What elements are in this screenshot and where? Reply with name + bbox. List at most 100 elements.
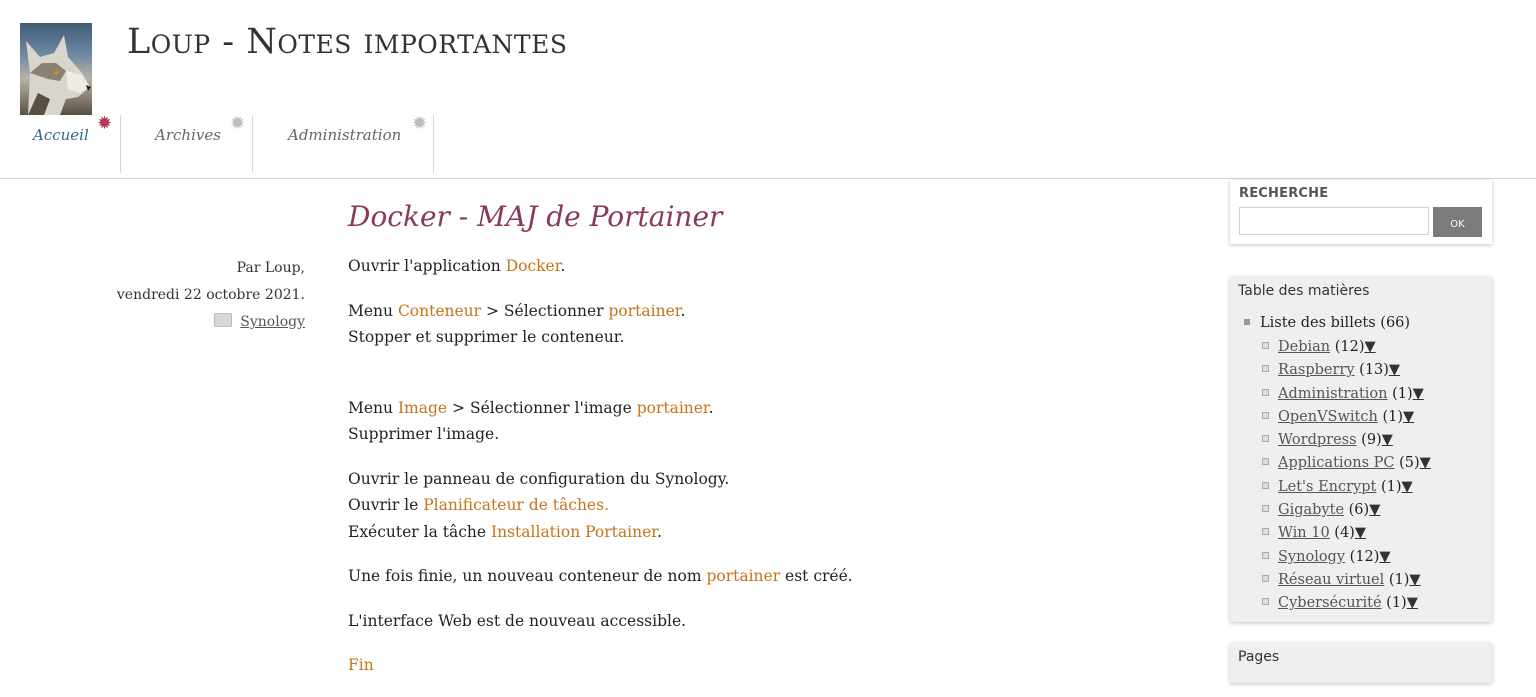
toc-item: Wordpress (9)▼ — [1262, 432, 1431, 455]
gear-icon: ✹ — [230, 113, 246, 134]
toggle-arrow-icon[interactable]: ▼ — [1413, 386, 1424, 402]
toggle-arrow-icon[interactable]: ▼ — [1402, 479, 1413, 495]
toc-item: OpenVSwitch (1)▼ — [1262, 409, 1431, 432]
nav-item-accueil[interactable]: Accueil ✹ — [0, 115, 121, 173]
toc-widget: Table des matières Liste des billets (66… — [1230, 277, 1492, 622]
toc-link[interactable]: Debian — [1278, 339, 1330, 355]
paragraph: Ouvrir le panneau de configuration du Sy… — [348, 466, 1148, 546]
toc-link[interactable]: Raspberry — [1278, 362, 1355, 378]
toc-heading: Table des matières — [1238, 283, 1370, 299]
post-title[interactable]: Docker - MAJ de Portainer — [348, 200, 722, 233]
toc-item: Raspberry (13)▼ — [1262, 362, 1431, 385]
toggle-arrow-icon[interactable]: ▼ — [1364, 339, 1375, 355]
toc-count: (9) — [1361, 432, 1382, 449]
post-author: Par Loup, — [236, 260, 305, 276]
paragraph: Ouvrir l'application Docker. — [348, 253, 1148, 280]
text: Menu — [348, 398, 398, 417]
toggle-arrow-icon[interactable]: ▼ — [1382, 432, 1393, 448]
toggle-arrow-icon[interactable]: ▼ — [1355, 525, 1366, 541]
toc-link[interactable]: Applications PC — [1278, 455, 1395, 471]
toggle-arrow-icon[interactable]: ▼ — [1420, 455, 1431, 471]
toc-count: (4) — [1334, 525, 1355, 542]
text: Menu — [348, 301, 398, 320]
text: Ouvrir l'application — [348, 257, 506, 275]
toc-link[interactable]: Cybersécurité — [1278, 595, 1382, 611]
toc-item: Cybersécurité (1)▼ — [1262, 595, 1431, 618]
highlight-planificateur: Planificateur de tâches. — [423, 496, 609, 514]
toc-link[interactable]: Synology — [1278, 549, 1345, 565]
toc-item: Applications PC (5)▼ — [1262, 455, 1431, 478]
post-date: vendredi 22 octobre 2021. — [116, 287, 305, 303]
nav-label-accueil[interactable]: Accueil — [33, 126, 89, 144]
nav-label-administration[interactable]: Administration — [288, 126, 401, 144]
toc-link[interactable]: Gigabyte — [1278, 502, 1344, 518]
site-logo[interactable] — [20, 23, 92, 115]
toc-item: Synology (12)▼ — [1262, 549, 1431, 572]
toggle-arrow-icon[interactable]: ▼ — [1389, 362, 1400, 378]
highlight-docker: Docker — [505, 257, 561, 275]
text: Ouvrir le — [348, 496, 424, 514]
nav-item-administration[interactable]: Administration ✹ — [252, 115, 434, 173]
highlight-portainer: portainer — [706, 567, 781, 585]
nav-item-archives[interactable]: Archives ✹ — [120, 115, 253, 173]
toc-count: (5) — [1399, 455, 1420, 472]
toc-root-item: Liste des billets (66) — [1244, 315, 1410, 331]
toc-list: Debian (12)▼ Raspberry (13)▼ Administratio… — [1262, 339, 1431, 619]
toc-link[interactable]: Let's Encrypt — [1278, 479, 1376, 495]
search-button[interactable]: OK — [1433, 207, 1482, 237]
toc-link[interactable]: OpenVSwitch — [1278, 409, 1378, 425]
search-input[interactable] — [1239, 207, 1429, 235]
toc-link[interactable]: Réseau virtuel — [1278, 572, 1384, 588]
gear-icon: ✹ — [97, 113, 113, 134]
toc-root-label: Liste des billets (66) — [1260, 315, 1411, 331]
paragraph: Menu Image > Sélectionner l'image portai… — [348, 395, 1148, 448]
toggle-arrow-icon[interactable]: ▼ — [1403, 409, 1414, 425]
bullet-icon — [1262, 505, 1269, 513]
toc-item: Administration (1)▼ — [1262, 386, 1431, 409]
text: . — [656, 522, 662, 541]
text: Stopper et supprimer le conteneur. — [348, 328, 625, 346]
toc-count: (6) — [1348, 502, 1370, 519]
toc-count: (1) — [1392, 385, 1413, 402]
paragraph: L'interface Web est de nouveau accessibl… — [348, 611, 687, 630]
folder-icon — [214, 313, 233, 327]
bullet-icon — [1262, 551, 1269, 559]
text: Supprimer l'image. — [348, 425, 500, 443]
highlight-portainer: portainer — [636, 398, 709, 417]
toc-item: Réseau virtuel (1)▼ — [1262, 572, 1431, 595]
post-category: Synology — [80, 309, 305, 336]
text: > Sélectionner — [481, 301, 609, 320]
bullet-icon — [1262, 411, 1269, 419]
header-divider — [0, 178, 1536, 179]
toc-count: (1) — [1382, 408, 1403, 425]
site-title[interactable]: Loup - Notes importantes — [127, 22, 567, 62]
toggle-arrow-icon[interactable]: ▼ — [1379, 549, 1390, 565]
highlight-image: Image — [397, 398, 448, 417]
wolf-logo-image — [26, 35, 91, 115]
post-body: Ouvrir l'application Docker. Menu Conten… — [348, 253, 1148, 697]
text: . — [680, 301, 686, 320]
bullet-icon — [1262, 342, 1269, 349]
text: Ouvrir le panneau de configuration du Sy… — [348, 469, 730, 488]
nav-label-archives[interactable]: Archives — [155, 126, 221, 144]
toc-link[interactable]: Win 10 — [1278, 525, 1330, 541]
text: . — [560, 257, 566, 275]
toc-count: (13) — [1359, 362, 1389, 379]
category-link[interactable]: Synology — [240, 314, 305, 330]
search-widget: Recherche OK — [1230, 180, 1492, 244]
toc-count: (1) — [1386, 595, 1407, 612]
toc-link[interactable]: Administration — [1278, 386, 1388, 402]
toc-item: Debian (12)▼ — [1262, 339, 1431, 362]
paragraph-fin: Fin — [348, 656, 374, 674]
text: > Sélectionner l'image — [447, 398, 637, 417]
bullet-icon — [1244, 319, 1250, 325]
bullet-icon — [1262, 598, 1269, 606]
pages-heading: Pages — [1238, 649, 1280, 665]
toggle-arrow-icon[interactable]: ▼ — [1409, 572, 1420, 588]
toc-link[interactable]: Wordpress — [1278, 432, 1357, 448]
text: Exécuter la tâche — [348, 522, 491, 541]
toggle-arrow-icon[interactable]: ▼ — [1407, 595, 1418, 611]
toggle-arrow-icon[interactable]: ▼ — [1369, 502, 1380, 518]
bullet-icon — [1262, 528, 1269, 536]
